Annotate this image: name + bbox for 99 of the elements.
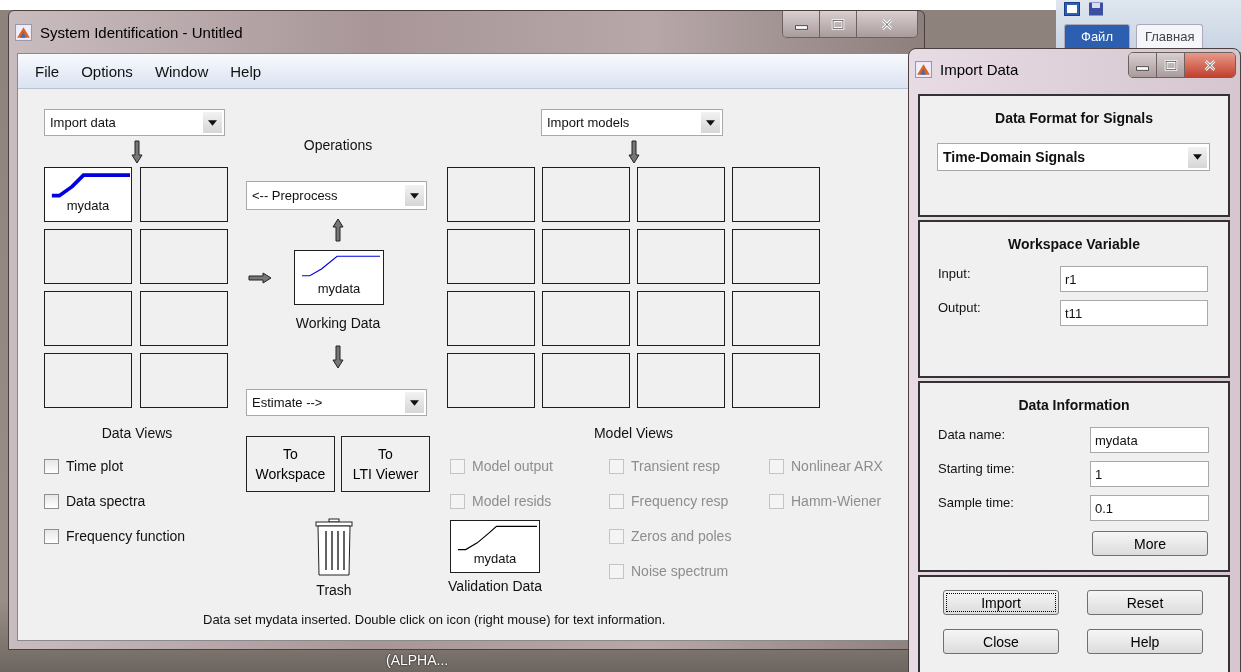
menu-item[interactable]: File (24, 62, 71, 80)
field-label: Input: (938, 266, 971, 281)
data-label: mydata (317, 281, 361, 296)
section-title: Model Views (592, 425, 675, 441)
model-slot[interactable] (542, 353, 630, 408)
input-field[interactable]: t11 (1060, 300, 1208, 326)
model-slot[interactable] (447, 229, 535, 284)
import-data-dropdown[interactable]: Import data (44, 109, 225, 136)
model-slot[interactable] (637, 353, 725, 408)
model-slot[interactable] (447, 353, 535, 408)
slot-caption: Validation Data (450, 578, 540, 594)
peak-icon (915, 60, 932, 78)
import-models-dropdown[interactable]: Import models (541, 109, 723, 136)
dialog-button[interactable]: Reset (1087, 590, 1203, 615)
model-slot[interactable] (732, 167, 820, 222)
panel-title: Data Format for Signals (994, 110, 1154, 126)
model-slot[interactable] (732, 353, 820, 408)
input-field[interactable]: 1 (1090, 461, 1209, 487)
maximize-button[interactable] (820, 11, 857, 37)
model-slot[interactable] (542, 291, 630, 346)
close-button[interactable] (1185, 53, 1235, 77)
dialog-button[interactable]: Import (943, 590, 1059, 615)
input-field[interactable]: 0.1 (1090, 495, 1209, 521)
trash-icon[interactable] (315, 518, 353, 576)
minimize-button[interactable] (1129, 53, 1157, 77)
data-label: mydata (66, 198, 110, 213)
estimate-dropdown[interactable]: Estimate --> (246, 389, 427, 416)
up-arrow-icon (332, 218, 344, 242)
menu-item[interactable]: Window (143, 62, 220, 80)
down-arrow-icon (627, 139, 640, 164)
data-label: mydata (473, 551, 517, 566)
maximize-icon (831, 18, 845, 30)
caret-icon (410, 192, 419, 199)
menu-item[interactable]: Options (70, 62, 144, 80)
export-button[interactable]: To LTI Viewer (341, 436, 430, 492)
model-slot[interactable] (637, 291, 725, 346)
model-slot[interactable] (637, 167, 725, 222)
data-slot[interactable] (44, 353, 132, 408)
checkbox[interactable]: Time plot (44, 458, 124, 474)
document-icon (1064, 2, 1080, 16)
panel-title: Data Information (1017, 397, 1131, 413)
data-slot[interactable] (140, 229, 228, 284)
down-arrow-icon (332, 345, 344, 369)
caret-icon (706, 119, 715, 126)
save-icon (1088, 2, 1104, 16)
model-slot[interactable] (732, 229, 820, 284)
checkbox[interactable]: Frequency function (44, 528, 186, 544)
more-button[interactable]: More (1092, 531, 1208, 556)
window-title: System Identification - Untitled (40, 23, 243, 41)
field-label: Output: (938, 300, 981, 315)
export-button[interactable]: To Workspace (246, 436, 335, 492)
right-arrow-icon (248, 271, 272, 284)
model-slot[interactable] (447, 291, 535, 346)
model-slot[interactable] (542, 167, 630, 222)
data-slot[interactable]: mydata (44, 167, 132, 222)
caret-icon (410, 399, 419, 406)
data-slot[interactable] (140, 353, 228, 408)
data-slot[interactable] (44, 291, 132, 346)
input-field[interactable]: r1 (1060, 266, 1208, 292)
desktop-icon-label[interactable]: (ALPHA... (386, 652, 449, 668)
close-icon (880, 18, 894, 30)
minimize-icon (1136, 65, 1149, 71)
minimize-button[interactable] (783, 11, 820, 37)
model-slot[interactable] (637, 229, 725, 284)
maximize-icon (1163, 59, 1178, 71)
caret-icon (208, 119, 217, 126)
data-slot[interactable] (140, 167, 228, 222)
field-label: Sample time: (938, 495, 1014, 510)
format-dropdown[interactable]: Time-Domain Signals (937, 143, 1210, 171)
peak-icon (15, 23, 32, 41)
dialog-button[interactable]: Help (1087, 629, 1203, 654)
model-slot[interactable] (732, 291, 820, 346)
validation-data-slot[interactable]: mydata (450, 520, 540, 573)
dialog-button[interactable]: Close (943, 629, 1059, 654)
checkbox[interactable]: Data spectra (44, 493, 146, 509)
status-message: Data set mydata inserted. Double click on icon (right mouse) for text information. (203, 612, 666, 627)
slot-caption: Working Data (294, 315, 382, 331)
trash-label: Trash (315, 582, 353, 598)
maximize-button[interactable] (1157, 53, 1185, 77)
menu-item[interactable]: Help (219, 62, 273, 80)
model-slot[interactable] (542, 229, 630, 284)
close-icon (1203, 59, 1217, 71)
caret-icon (1193, 154, 1202, 160)
preprocess-dropdown[interactable]: <-- Preprocess (246, 181, 427, 210)
ribbon-tab[interactable]: Главная (1135, 24, 1204, 50)
down-arrow-icon (131, 139, 143, 164)
working-data-slot[interactable]: mydata (294, 250, 384, 305)
minimize-icon (794, 24, 808, 30)
input-field[interactable]: mydata (1090, 427, 1209, 453)
ribbon-tab[interactable]: Файл (1064, 24, 1130, 50)
section-title: Data Views (100, 425, 174, 441)
window-title: Import Data (940, 60, 1019, 78)
field-label: Starting time: (938, 461, 1015, 476)
data-slot[interactable] (44, 229, 132, 284)
model-slot[interactable] (447, 167, 535, 222)
field-label: Data name: (938, 427, 1006, 442)
section-title: Operations (302, 137, 374, 153)
panel-title: Workspace Variable (1006, 236, 1141, 252)
data-slot[interactable] (140, 291, 228, 346)
